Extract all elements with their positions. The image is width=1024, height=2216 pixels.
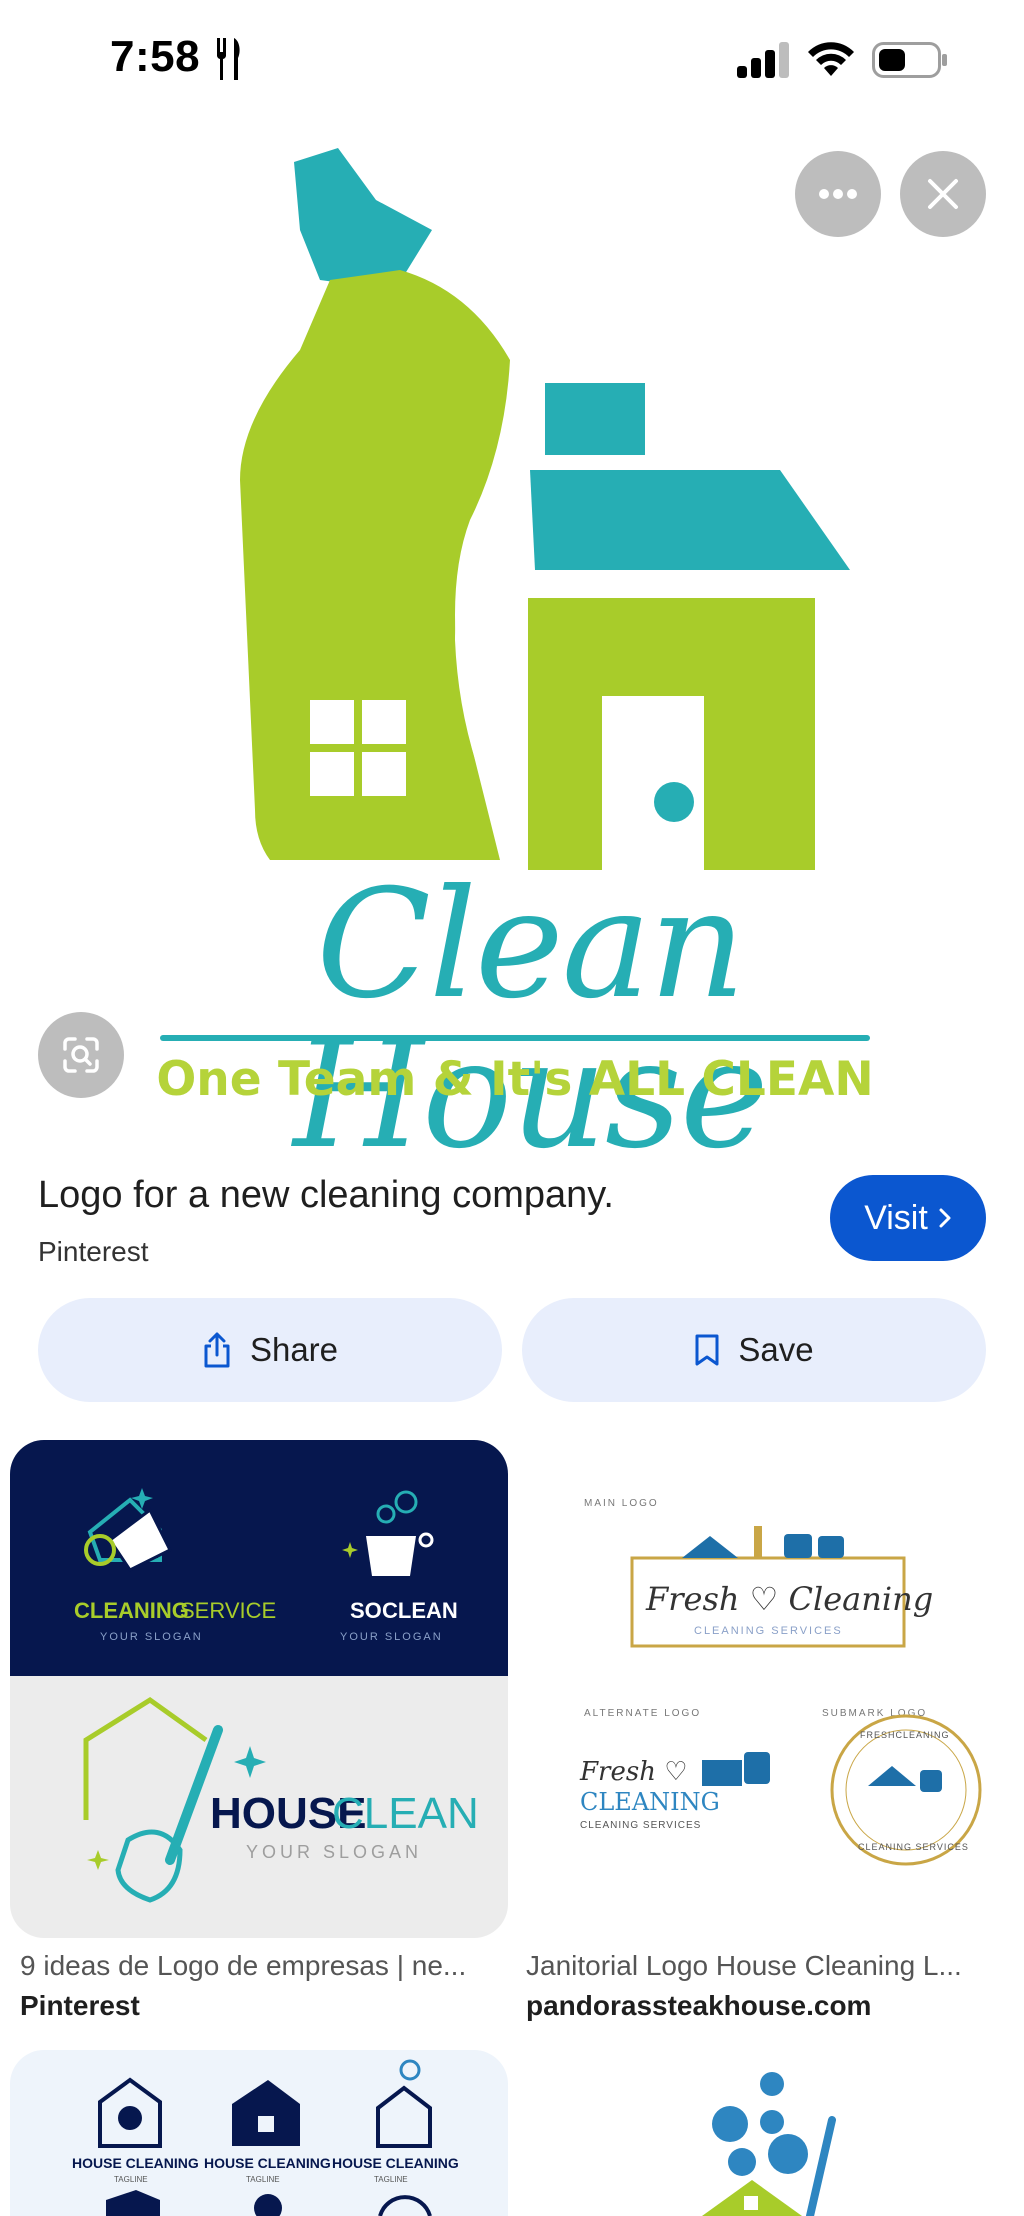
related-result-card[interactable]: CLEANING SERVICE YOUR SLOGAN SO CLEAN YO…: [10, 1440, 508, 1938]
related-result-source: pandorassteakhouse.com: [526, 1990, 872, 2021]
alt-logo-sub: CLEANING SERVICES: [580, 1820, 701, 1831]
logo-b-suffix: CLEAN: [382, 1598, 458, 1623]
share-label: Share: [249, 1331, 339, 1368]
main-logo-label: MAIN LOGO: [584, 1498, 659, 1509]
related-result-image: MAIN LOGO Fresh ♡ Cleaning CLEANING SERV…: [579, 1498, 982, 1866]
main-logo-sub: CLEANING SERVICES: [694, 1625, 843, 1637]
save-label: Save: [738, 1331, 814, 1368]
status-time: 7:58: [110, 32, 201, 81]
card3-tag-2: TAGLINE: [246, 2175, 280, 2184]
main-logo-name: Fresh ♡ Cleaning: [645, 1580, 933, 1618]
logo-title: Clean House: [293, 858, 768, 1182]
logo-a-suffix: SERVICE: [180, 1598, 276, 1623]
related-result-image: HOUSE CLEANING HOUSE CLEANING HOUSE CLEA…: [72, 2059, 459, 2216]
card3-label-2: HOUSE CLEANING: [204, 2155, 331, 2171]
chevron-right-icon: [939, 1208, 951, 1228]
related-result-card[interactable]: HOUSE CLEANING HOUSE CLEANING HOUSE CLEA…: [10, 2050, 508, 2216]
result-source: Pinterest: [38, 1236, 149, 1267]
cellular-signal-icon: [737, 42, 789, 78]
hero-image[interactable]: Clean House One Team & It's ALL CLEAN: [0, 120, 1024, 1170]
close-icon: [928, 179, 958, 209]
logo-a-main: CLEANING: [74, 1598, 189, 1623]
close-button[interactable]: [900, 151, 986, 237]
wifi-icon: [808, 42, 854, 76]
result-title[interactable]: Logo for a new cleaning company.: [38, 1174, 614, 1217]
share-button[interactable]: Share: [38, 1298, 502, 1402]
logo-c-suffix: CLEAN: [332, 1789, 479, 1838]
share-icon: [204, 1332, 230, 1368]
submark-ring-top: FRESHCLEANING: [860, 1730, 950, 1740]
more-options-button[interactable]: [795, 151, 881, 237]
logo-a-sub: YOUR SLOGAN: [100, 1631, 203, 1643]
logo-tagline: One Team & It's ALL CLEAN: [156, 1052, 874, 1107]
alt-logo-name2: CLEANING: [580, 1788, 720, 1816]
card3-label-3: HOUSE CLEANING: [332, 2155, 459, 2171]
visit-label: Visit: [864, 1198, 928, 1237]
bookmark-icon: [695, 1334, 719, 1366]
related-result-source: Pinterest: [20, 1990, 140, 2021]
more-horizontal-icon: [819, 189, 857, 199]
card3-label-1: HOUSE CLEANING: [72, 2155, 199, 2171]
lens-search-icon: [63, 1037, 99, 1073]
logo-b-main: SO: [350, 1598, 382, 1623]
battery-icon: [872, 42, 947, 78]
card3-tag-1: TAGLINE: [114, 2175, 148, 2184]
fork-knife-icon: [217, 38, 240, 80]
lens-search-button[interactable]: [38, 1012, 124, 1098]
related-result-card[interactable]: MAIN LOGO Fresh ♡ Cleaning CLEANING SERV…: [522, 1440, 1014, 1938]
related-result-image: CLEANING SERVICE YOUR SLOGAN SO CLEAN YO…: [10, 1440, 508, 1938]
alt-logo-label: ALTERNATE LOGO: [584, 1708, 701, 1719]
submark-ring-bottom: CLEANING SERVICES: [858, 1842, 969, 1852]
related-result-title[interactable]: 9 ideas de Logo de empresas | ne...: [20, 1950, 466, 1982]
status-bar: 7:58: [0, 0, 1024, 120]
logo-c-sub: YOUR SLOGAN: [246, 1842, 422, 1862]
visit-button[interactable]: Visit: [830, 1175, 986, 1261]
logo-b-sub: YOUR SLOGAN: [340, 1631, 443, 1643]
related-result-image: [702, 2072, 836, 2216]
save-button[interactable]: Save: [522, 1298, 986, 1402]
card3-tag-3: TAGLINE: [374, 2175, 408, 2184]
related-result-card[interactable]: [522, 2050, 1014, 2216]
logo-divider: [160, 1035, 870, 1041]
alt-logo-name1: Fresh ♡: [579, 1757, 688, 1787]
related-result-title[interactable]: Janitorial Logo House Cleaning L...: [526, 1950, 962, 1982]
